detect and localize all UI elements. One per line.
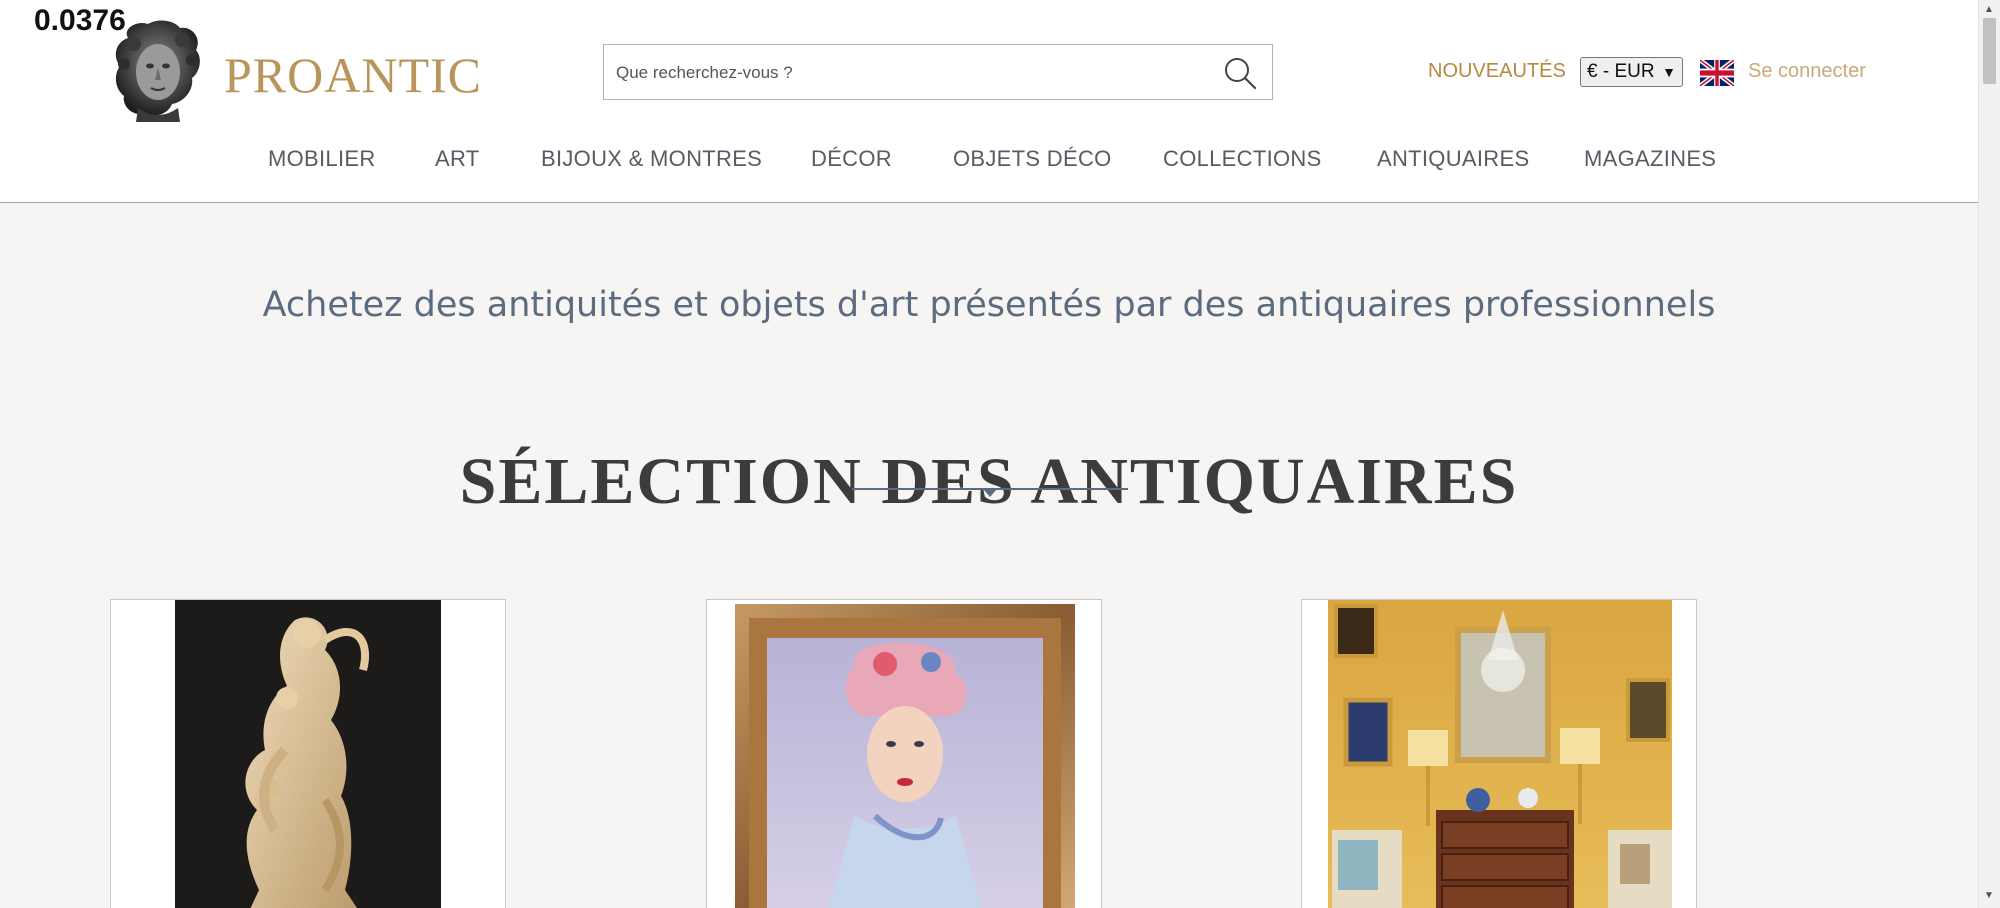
product-card[interactable] [706, 599, 1102, 908]
currency-value: € - EUR [1587, 61, 1655, 82]
scroll-down-arrow-icon[interactable]: ▼ [1984, 890, 1994, 901]
page-tagline: Achetez des antiquités et objets d'art p… [262, 285, 1716, 326]
nav-item-objets-deco[interactable]: OBJETS DÉCO [953, 146, 1112, 172]
divider-arrow-icon [983, 489, 997, 497]
framed-portrait-painting-image [735, 604, 1075, 908]
vertical-scrollbar[interactable]: ▲ ▼ [1978, 0, 2000, 908]
nav-item-bijoux-montres[interactable]: BIJOUX & MONTRES [541, 146, 762, 172]
site-header: PROANTIC NOUVEAUTÉS € - EUR ▼ Se connect… [0, 0, 1978, 203]
search-icon[interactable] [1222, 55, 1258, 91]
page: 0.0376 PROANTIC Que recherchez-vous ? NO… [0, 0, 1978, 908]
product-card[interactable] [110, 599, 506, 908]
chevron-down-icon: ▼ [1662, 64, 1676, 80]
search-input[interactable] [614, 45, 1208, 101]
nav-item-antiquaires[interactable]: ANTIQUAIRES [1377, 146, 1529, 172]
nav-item-art[interactable]: ART [435, 146, 480, 172]
section-title: SÉLECTION DES ANTIQUAIRES [459, 445, 1519, 519]
login-link[interactable]: Se connecter [1748, 60, 1866, 83]
ivory-sculpture-image [175, 600, 441, 908]
scrollbar-thumb[interactable] [1983, 18, 1996, 84]
uk-flag-icon[interactable] [1700, 60, 1734, 86]
news-link[interactable]: NOUVEAUTÉS [1428, 60, 1566, 83]
main-nav: MOBILIER ART BIJOUX & MONTRES DÉCOR OBJE… [0, 146, 1978, 182]
scroll-up-arrow-icon[interactable]: ▲ [1984, 4, 1994, 15]
product-card[interactable] [1301, 599, 1697, 908]
nav-item-collections[interactable]: COLLECTIONS [1163, 146, 1322, 172]
currency-select[interactable]: € - EUR ▼ [1580, 57, 1683, 87]
nav-item-decor[interactable]: DÉCOR [811, 146, 892, 172]
search-box [603, 44, 1273, 101]
antique-interior-image [1328, 600, 1672, 908]
overlay-number: 0.0376 [34, 4, 126, 37]
nav-item-magazines[interactable]: MAGAZINES [1584, 146, 1716, 172]
brand-logo-text[interactable]: PROANTIC [224, 46, 482, 104]
nav-item-mobilier[interactable]: MOBILIER [268, 146, 376, 172]
